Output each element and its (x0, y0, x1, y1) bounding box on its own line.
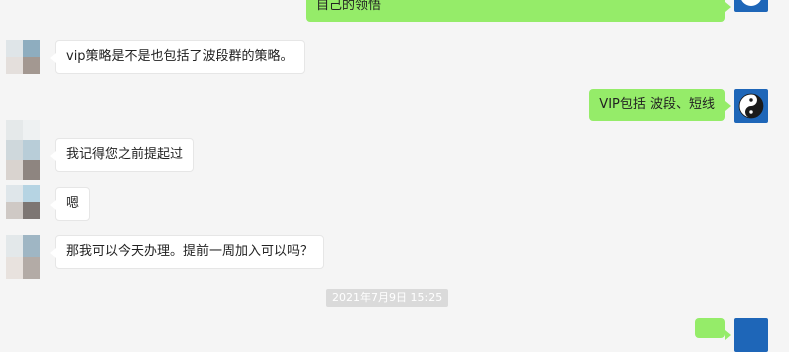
message-text: vip策略是不是也包括了波段群的策略。 (66, 49, 294, 64)
chat-message-area: 自己的领悟 vip策略是不是也包括了波段群的策略。 VIP包括 波段、短线 我记… (0, 0, 789, 352)
contact-avatar[interactable] (6, 40, 40, 74)
message-bubble-contact[interactable]: vip策略是不是也包括了波段群的策略。 (50, 40, 305, 74)
yin-yang-icon (738, 93, 764, 119)
contact-avatar[interactable] (6, 235, 40, 279)
yin-yang-icon (741, 0, 761, 6)
message-text: 我记得您之前提起过 (66, 147, 184, 162)
contact-avatar[interactable] (6, 185, 40, 219)
message-bubble-contact[interactable]: 那我可以今天办理。提前一周加入可以吗？ (49, 235, 325, 269)
message-bubble-self[interactable]: VIP包括 波段、短线 (589, 89, 731, 121)
message-text: VIP包括 波段、短线 (599, 97, 715, 112)
message-bubble-contact[interactable]: 嗯 (49, 187, 91, 221)
self-avatar[interactable] (734, 89, 768, 123)
message-text: 那我可以今天办理。提前一周加入可以吗？ (66, 244, 314, 259)
message-bubble-contact[interactable]: 我记得您之前提起过 (49, 138, 195, 172)
message-text: 嗯 (66, 196, 80, 211)
self-avatar[interactable] (734, 318, 768, 352)
contact-avatar-lower (6, 140, 40, 180)
self-avatar[interactable] (734, 0, 768, 12)
timestamp: 2021年7月9日 15:25 (326, 289, 449, 307)
message-text: 自己的领悟 (316, 0, 382, 13)
message-bubble-self[interactable]: 自己的领悟 (306, 0, 731, 22)
message-bubble-self[interactable] (695, 318, 731, 340)
